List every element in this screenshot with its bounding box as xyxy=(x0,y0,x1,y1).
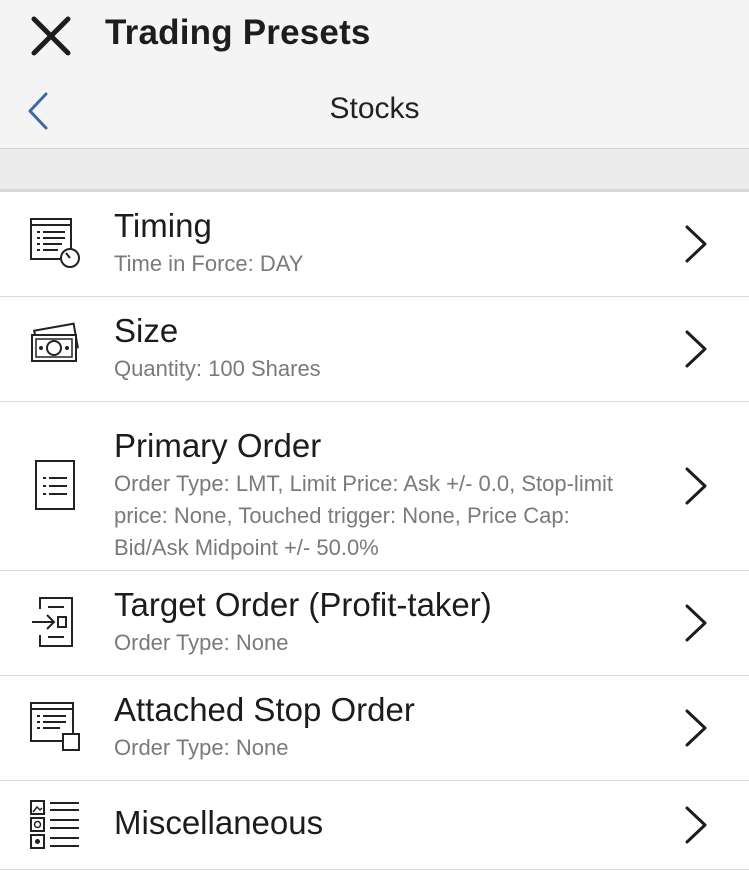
chevron-right-icon xyxy=(683,466,709,506)
list-item-timing[interactable]: Timing Time in Force: DAY xyxy=(0,192,749,297)
list-item-title: Timing xyxy=(114,207,212,244)
miscellaneous-icon xyxy=(28,798,82,852)
list-item-miscellaneous[interactable]: Miscellaneous xyxy=(0,781,749,870)
nav-title: Stocks xyxy=(329,92,420,125)
list-item-title: Size xyxy=(114,312,179,349)
list-item-attached-stop-order[interactable]: Attached Stop Order Order Type: None xyxy=(0,676,749,781)
timing-icon xyxy=(28,216,82,270)
target-order-icon xyxy=(28,595,82,649)
preset-list: Timing Time in Force: DAY Size Quantity:… xyxy=(0,192,749,870)
list-item-primary-order[interactable]: Primary Order Order Type: LMT, Limit Pri… xyxy=(0,402,749,571)
list-item-subtitle: Quantity: 100 Shares xyxy=(114,356,321,381)
cash-icon xyxy=(28,321,82,375)
close-icon[interactable] xyxy=(28,13,74,59)
stop-order-icon xyxy=(28,700,82,754)
list-item-size[interactable]: Size Quantity: 100 Shares xyxy=(0,297,749,402)
nav-bar: Stocks xyxy=(0,70,749,149)
list-item-title: Attached Stop Order xyxy=(114,691,415,728)
chevron-right-icon xyxy=(683,805,709,845)
list-item-subtitle: Order Type: LMT, Limit Price: Ask +/- 0.… xyxy=(114,471,614,560)
list-item-target-order[interactable]: Target Order (Profit-taker) Order Type: … xyxy=(0,571,749,676)
list-item-title: Miscellaneous xyxy=(114,804,324,841)
app-header: Trading Presets xyxy=(0,0,749,70)
section-spacer xyxy=(0,149,749,192)
list-item-subtitle: Time in Force: DAY xyxy=(114,251,304,276)
list-item-subtitle: Order Type: None xyxy=(114,735,289,760)
chevron-right-icon xyxy=(683,329,709,369)
order-document-icon xyxy=(28,458,82,512)
chevron-right-icon xyxy=(683,224,709,264)
list-item-title: Target Order (Profit-taker) xyxy=(114,586,492,623)
chevron-right-icon xyxy=(683,708,709,748)
list-item-subtitle: Order Type: None xyxy=(114,630,289,655)
page-title: Trading Presets xyxy=(105,13,371,52)
chevron-right-icon xyxy=(683,603,709,643)
list-item-title: Primary Order xyxy=(114,427,322,464)
